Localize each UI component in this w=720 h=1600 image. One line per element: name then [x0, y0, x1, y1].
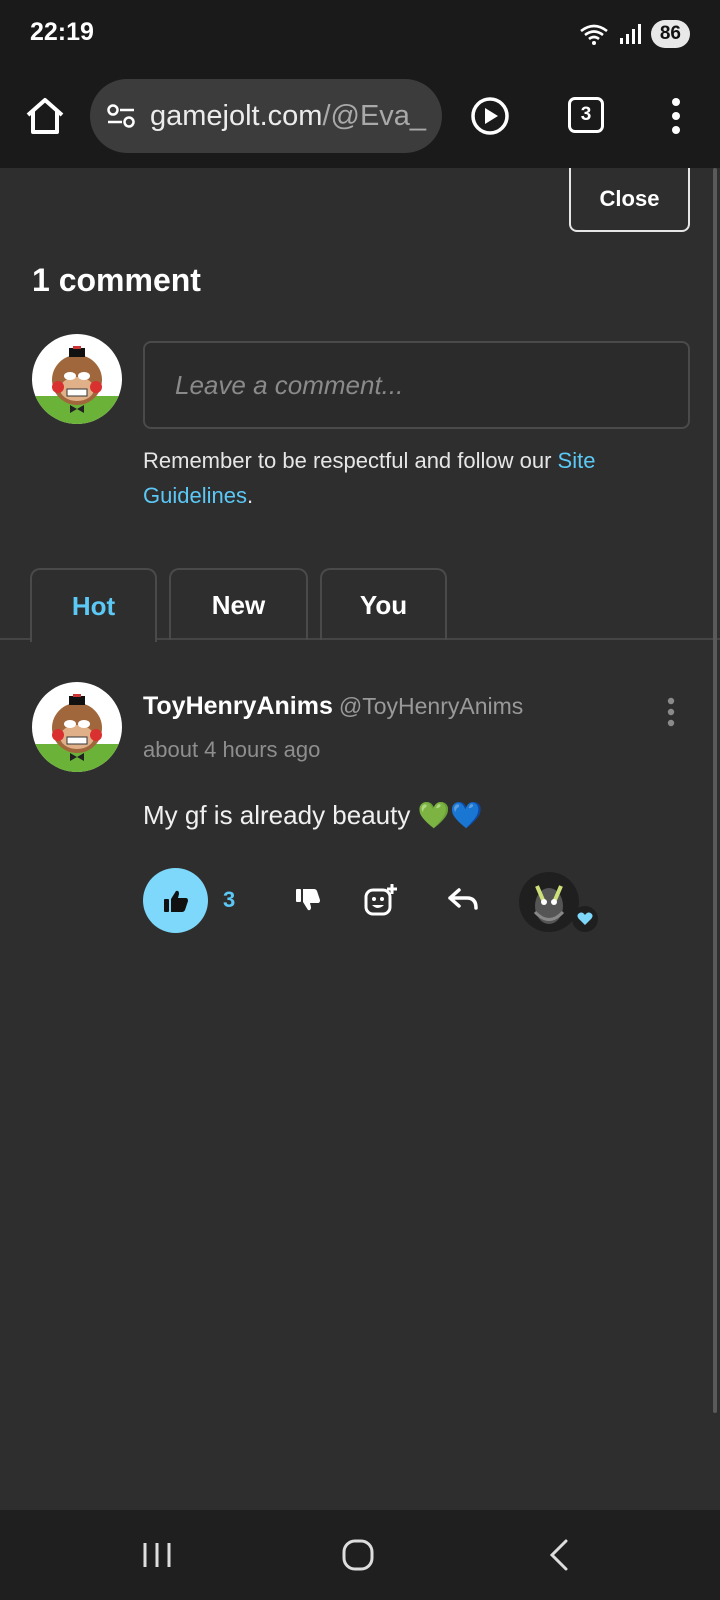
- signal-icon: [619, 24, 641, 44]
- like-button[interactable]: [143, 868, 208, 933]
- add-reaction-icon[interactable]: [363, 882, 399, 918]
- browser-toolbar: gamejolt.com/@Eva_ 3: [0, 66, 720, 168]
- author-display-name[interactable]: ToyHenryAnims: [143, 692, 333, 720]
- comment-author[interactable]: ToyHenryAnims @ToyHenryAnims: [143, 692, 523, 721]
- comment-options-icon[interactable]: [664, 697, 678, 727]
- wifi-icon: [580, 24, 608, 45]
- battery-indicator: 86: [650, 20, 690, 48]
- author-username[interactable]: @ToyHenryAnims: [339, 693, 523, 719]
- comment-input[interactable]: Leave a comment...: [143, 341, 690, 429]
- reaction-avatar[interactable]: [519, 872, 579, 932]
- tab-new[interactable]: New: [169, 568, 308, 640]
- reply-icon[interactable]: [445, 882, 481, 918]
- home-nav-icon[interactable]: [338, 1535, 378, 1575]
- back-icon[interactable]: [540, 1535, 580, 1575]
- thumbs-up-icon: [163, 890, 188, 912]
- status-bar: 22:19 86: [0, 0, 720, 66]
- avatar-image: [32, 346, 122, 424]
- site-settings-icon[interactable]: [106, 103, 136, 129]
- reaction-avatar-image: [533, 885, 565, 924]
- home-icon[interactable]: [24, 96, 66, 136]
- play-icon[interactable]: [470, 96, 510, 136]
- url-text: gamejolt.com/@Eva_: [150, 99, 427, 132]
- status-time: 22:19: [30, 18, 94, 46]
- tab-hot[interactable]: Hot: [30, 568, 157, 642]
- comment-body: My gf is already beauty 💚💙: [143, 800, 483, 830]
- address-bar[interactable]: gamejolt.com/@Eva_: [90, 79, 442, 153]
- comment-count-heading: 1 comment: [32, 262, 201, 298]
- tab-switcher-button[interactable]: 3: [568, 97, 604, 133]
- thumbs-down-icon[interactable]: [290, 882, 326, 918]
- guidelines-notice: Remember to be respectful and follow our…: [143, 448, 596, 508]
- recent-apps-icon[interactable]: [137, 1535, 177, 1575]
- tab-you[interactable]: You: [320, 568, 447, 640]
- heart-icon: [572, 906, 598, 932]
- sort-tabs: Hot New You: [0, 568, 720, 642]
- more-vert-icon[interactable]: [664, 96, 688, 136]
- comment-author-avatar[interactable]: [32, 682, 122, 772]
- current-user-avatar[interactable]: [32, 334, 122, 424]
- scrollbar[interactable]: [713, 168, 717, 1413]
- like-count[interactable]: 3: [223, 887, 235, 913]
- avatar-image: [32, 694, 122, 772]
- system-navigation-bar: [0, 1510, 720, 1600]
- comment-timestamp[interactable]: about 4 hours ago: [143, 737, 320, 763]
- status-icons: 86: [579, 20, 690, 48]
- close-button[interactable]: Close: [569, 168, 690, 232]
